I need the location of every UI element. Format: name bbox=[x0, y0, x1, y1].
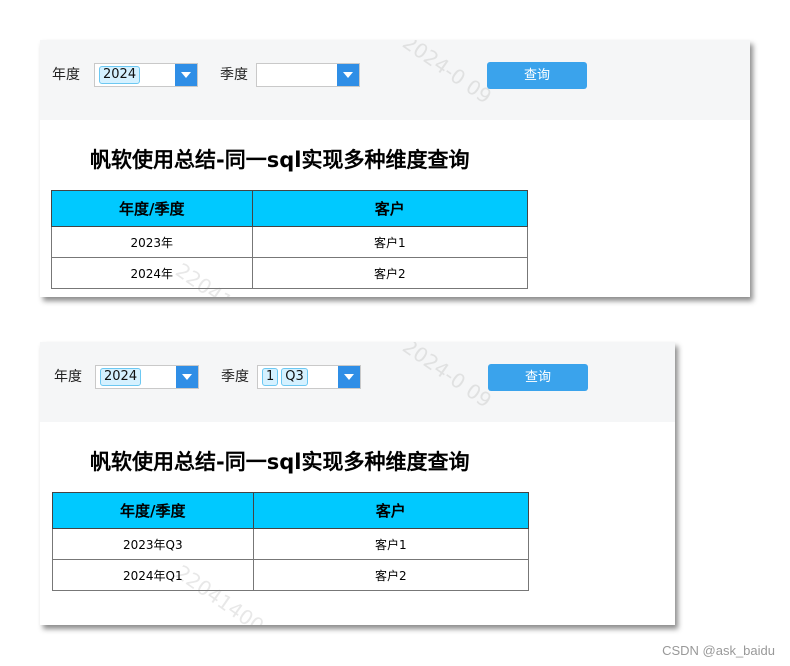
chevron-down-icon[interactable] bbox=[175, 64, 197, 86]
column-header: 客户 bbox=[251, 190, 529, 227]
query-button[interactable]: 查询 bbox=[487, 62, 587, 89]
report-title: 帆软使用总结-同一sql实现多种维度查询 bbox=[90, 450, 470, 474]
source-credit: CSDN @ask_baidu bbox=[662, 643, 775, 658]
year-combo[interactable]: 2024 bbox=[95, 365, 199, 389]
filter-toolbar: 年度 2024 季度 查询 bbox=[40, 40, 750, 120]
column-header: 年度/季度 bbox=[51, 190, 253, 227]
year-label: 年度 bbox=[54, 369, 82, 385]
table-cell: 客户1 bbox=[252, 528, 530, 560]
report-title: 帆软使用总结-同一sql实现多种维度查询 bbox=[90, 148, 470, 172]
table-cell: 2023年 bbox=[51, 226, 253, 258]
year-tag[interactable]: 2024 bbox=[100, 368, 142, 386]
report-panel-2: 年度 2024 季度 1 Q3 查询 2024-0 09 220414004 帆… bbox=[40, 342, 675, 625]
table-cell: 客户1 bbox=[251, 226, 529, 258]
table-header-row: 年度/季度 客户 bbox=[51, 190, 529, 227]
table-row: 2024年 客户2 bbox=[51, 257, 529, 289]
quarter-tags: 1 Q3 bbox=[262, 368, 308, 386]
report-table: 年度/季度 客户 2023年 客户1 2024年 客户2 bbox=[51, 190, 529, 289]
report-table: 年度/季度 客户 2023年Q3 客户1 2024年Q1 客户2 bbox=[52, 492, 530, 591]
quarter-tag[interactable]: Q3 bbox=[281, 368, 308, 386]
filter-toolbar: 年度 2024 季度 1 Q3 查询 bbox=[40, 342, 675, 422]
year-tag[interactable]: 2024 bbox=[99, 66, 141, 84]
column-header: 年度/季度 bbox=[52, 492, 254, 529]
year-tags: 2024 bbox=[100, 368, 142, 386]
table-row: 2023年 客户1 bbox=[51, 226, 529, 258]
chevron-down-icon[interactable] bbox=[337, 64, 359, 86]
quarter-combo[interactable]: 1 Q3 bbox=[257, 365, 361, 389]
table-header-row: 年度/季度 客户 bbox=[52, 492, 530, 529]
year-tags: 2024 bbox=[99, 66, 141, 84]
table-cell: 2023年Q3 bbox=[52, 528, 254, 560]
table-cell: 客户2 bbox=[252, 559, 530, 591]
table-cell: 2024年Q1 bbox=[52, 559, 254, 591]
year-label: 年度 bbox=[52, 67, 80, 83]
quarter-count-tag[interactable]: 1 bbox=[262, 368, 279, 386]
year-combo[interactable]: 2024 bbox=[94, 63, 198, 87]
table-cell: 客户2 bbox=[251, 257, 529, 289]
table-row: 2023年Q3 客户1 bbox=[52, 528, 530, 560]
column-header: 客户 bbox=[252, 492, 530, 529]
quarter-combo[interactable] bbox=[256, 63, 360, 87]
query-button[interactable]: 查询 bbox=[488, 364, 588, 391]
quarter-label: 季度 bbox=[220, 67, 248, 83]
chevron-down-icon[interactable] bbox=[176, 366, 198, 388]
quarter-label: 季度 bbox=[221, 369, 249, 385]
table-cell: 2024年 bbox=[51, 257, 253, 289]
report-panel-1: 年度 2024 季度 查询 2024-0 09 22041 帆软使用总结-同一s… bbox=[40, 40, 750, 297]
chevron-down-icon[interactable] bbox=[338, 366, 360, 388]
table-row: 2024年Q1 客户2 bbox=[52, 559, 530, 591]
